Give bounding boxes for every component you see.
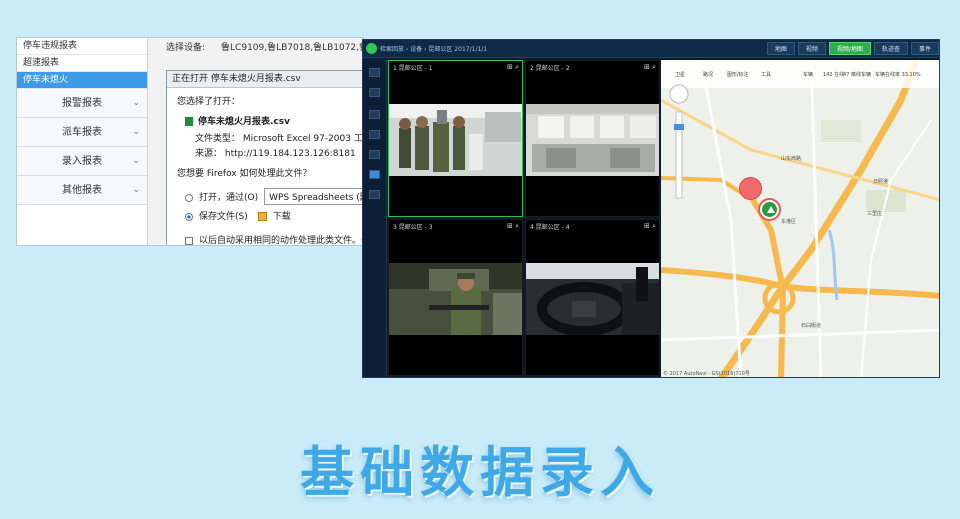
video-cell[interactable]: 2 昆邮公区 - 2 ⊞ ⌕ [525,60,660,217]
camera-feed [389,104,522,176]
download-folder-icon [257,212,267,221]
tab-map[interactable]: 地图 [766,42,795,55]
alert-marker[interactable] [739,177,762,200]
menu-group-other[interactable]: 其他报表 ⌄ [17,176,147,205]
camera-feed [526,104,659,176]
fullscreen-icon[interactable]: ⊞ ⌕ [507,222,519,231]
split-view-icon[interactable] [369,130,380,139]
online-count: 142 在线 [823,72,845,78]
dialog-chosen-label: 您选择了打开： [177,97,241,107]
menu-item-speeding[interactable]: 超速报表 [17,55,147,72]
chevron-down-icon: ⌄ [132,156,140,166]
tool-column [363,58,387,377]
menu-group-label: 录入报表 [62,156,102,167]
app-logo-icon [366,43,377,54]
map-place-label: 山东西路 [781,156,802,162]
list-icon[interactable] [369,88,380,97]
open-with-row: 打开，通过(O) WPS Spreadsheets (默 [185,188,363,205]
fullscreen-icon[interactable]: ⊞ ⌕ [644,222,656,231]
chevron-down-icon: ⌄ [132,127,140,137]
remember-label: 以后自动采用相同的动作处理此类文件。( [199,236,364,246]
dialog-title: 正在打开 停车未熄火月报表.csv [167,71,363,88]
fullscreen-icon[interactable]: ⊞ ⌕ [507,63,519,72]
menu-group-dispatch[interactable]: 派车报表 ⌄ [17,118,147,147]
map-place-label: 三里庄 [867,211,883,217]
chevron-down-icon: ⌄ [132,185,140,195]
video-cell[interactable]: 4 昆邮公区 - 4 ⊞ ⌕ [525,219,660,376]
dialog-file-type: 文件类型： Microsoft Excel 97-2003 工作 [195,134,364,144]
video-cell-label: 1 昆邮公区 - 1 [393,65,433,72]
dialog-source: 来源： http://119.184.123.126:8181 [195,149,356,159]
video-cell-label: 3 昆邮公区 - 3 [393,224,433,231]
remember-checkbox[interactable] [185,236,193,245]
video-grid: 1 昆邮公区 - 1 ⊞ ⌕ 2 昆邮公区 - 2 ⊞ ⌕ 3 昆邮公区 - 3… [388,60,660,377]
camera-feed [389,263,522,335]
video-cell-label: 2 昆邮公区 - 2 [530,65,570,72]
video-cell-label: 4 昆邮公区 - 4 [530,224,570,231]
menu-item-parking-violation[interactable]: 停车违规报表 [17,38,147,55]
view-tabs: 地图 视频 视频/地图 轨迹查 事件 [764,42,939,55]
menu-group-label: 其他报表 [62,185,102,196]
download-dialog: 正在打开 停车未熄火月报表.csv 您选择了打开： 停车未熄火月报表.csv 文… [166,70,364,246]
map-tools-menu[interactable]: 工具 [761,71,771,78]
open-with-label: 打开，通过(O) [199,193,259,203]
map-copyright: © 2017 AutoNavi - GS(2016)710号 [663,371,750,377]
video-cell[interactable]: 1 昆邮公区 - 1 ⊞ ⌕ [388,60,523,217]
open-with-app-select[interactable]: WPS Spreadsheets (默 [264,188,363,205]
map-draw-tool[interactable]: 图形/标注 [727,71,749,78]
map-zoom-control [669,84,689,207]
monitor-screenshot: 检索回放 › 设备 › 昆邮公区 2017/1/1/1 地图 视频 视频/地图 … [362,39,940,378]
layout-icon[interactable] [369,150,380,159]
menu-item-idle-parking[interactable]: 停车未熄火 [17,72,147,89]
report-screenshot: 停车违规报表 超速报表 停车未熄火 报警报表 ⌄ 派车报表 ⌄ 录入报表 ⌄ 其他报表… [16,37,364,246]
video-cell[interactable]: 3 昆邮公区 - 3 ⊞ ⌕ [388,219,523,376]
menu-group-entry[interactable]: 录入报表 ⌄ [17,147,147,176]
map-view[interactable]: 卫星 路况 图形/标注 工具 车辆 142 在线 47 离线车辆 车辆在线率 3… [661,60,939,377]
save-file-label: 保存文件(S) [199,212,248,222]
dialog-filename-row: 停车未熄火月报表.csv [185,114,290,127]
tab-track[interactable]: 轨迹查 [873,42,908,55]
dialog-question: 您想要 Firefox 如何处理此文件？ [177,169,312,179]
menu-group-label: 派车报表 [62,127,102,138]
map-roads [661,60,939,377]
map-traffic-toggle[interactable]: 路况 [703,71,713,78]
online-rate: 车辆在线率 33.10% [875,72,921,78]
device-select-value[interactable]: 鲁LC9109,鲁LB7018,鲁LB1072,鲁L1 [221,43,363,53]
chevron-down-icon: ⌄ [132,98,140,108]
spreadsheet-file-icon [185,117,193,126]
fullscreen-icon[interactable]: ⊞ ⌕ [644,63,656,72]
tab-events[interactable]: 事件 [910,42,939,55]
save-file-row: 保存文件(S) 下载 [185,209,291,222]
report-pane: 选择设备: 鲁LC9109,鲁LB7018,鲁LB1072,鲁L1 正在打开 停车… [148,38,363,245]
dialog-filename: 停车未熄火月报表.csv [198,117,290,127]
open-with-radio[interactable] [185,193,193,202]
expand-icon[interactable] [369,110,380,119]
camera-feed [526,263,659,335]
map-place-label: 石臼街道 [801,323,822,329]
menu-group-alarm[interactable]: 报警报表 ⌄ [17,89,147,118]
tab-video[interactable]: 视频 [797,42,826,55]
map-place-label: 日照港 [873,179,889,185]
remember-row: 以后自动采用相同的动作处理此类文件。( [185,233,364,246]
tab-video-map[interactable]: 视频/地图 [828,42,871,55]
map-satellite-toggle[interactable]: 卫星 [675,71,685,78]
map-vehicles[interactable]: 车辆 [803,71,813,78]
download-label: 下载 [272,212,291,222]
device-select-label: 选择设备: [166,43,206,53]
map-toolbar: 卫星 路况 图形/标注 工具 车辆 142 在线 47 离线车辆 车辆在线率 3… [661,60,939,88]
vehicle-marker-icon[interactable] [760,200,779,219]
page-headline: 基础数据录入 [300,441,660,504]
breadcrumb: 检索回放 › 设备 › 昆邮公区 2017/1/1/1 [380,46,488,53]
grid-view-icon[interactable] [369,190,380,199]
single-view-icon[interactable] [369,68,380,77]
map-place-label: 东港区 [781,219,797,225]
menu-group-label: 报警报表 [62,98,102,109]
device-select-row: 选择设备: 鲁LC9109,鲁LB7018,鲁LB1072,鲁L1 [166,40,363,53]
quad-view-icon[interactable] [369,170,380,179]
save-file-radio[interactable] [185,212,193,221]
monitor-topbar: 检索回放 › 设备 › 昆邮公区 2017/1/1/1 地图 视频 视频/地图 … [363,40,939,58]
report-sidebar: 停车违规报表 超速报表 停车未熄火 报警报表 ⌄ 派车报表 ⌄ 录入报表 ⌄ 其他报表… [17,38,148,245]
offline-count: 47 离线车辆 [843,72,871,78]
